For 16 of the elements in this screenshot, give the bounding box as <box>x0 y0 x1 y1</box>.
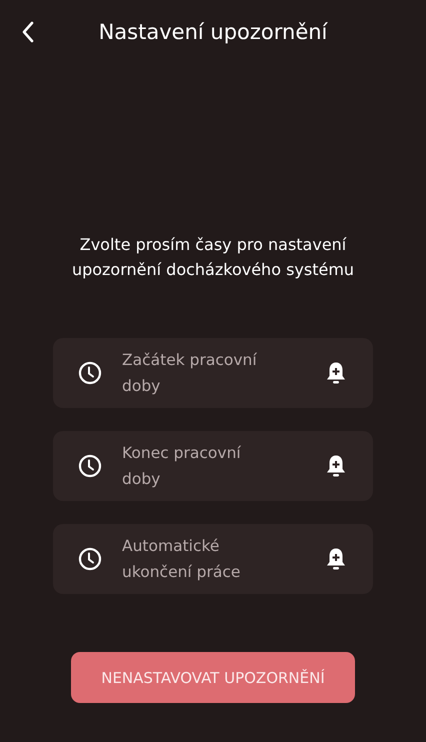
description-text: Zvolte prosím časy pro nastavení upozornění docházkového systému <box>70 234 356 281</box>
reminder-label: Začátek pracovní doby <box>122 350 258 397</box>
bell-plus-icon[interactable] <box>325 547 347 571</box>
reminder-card[interactable]: Automatické ukončení práce <box>53 524 373 594</box>
reminder-card[interactable]: Konec pracovní doby <box>53 431 373 501</box>
clock-icon <box>78 547 102 571</box>
reminder-label: Automatické ukončení práce <box>122 536 242 583</box>
clock-icon <box>78 454 102 478</box>
screen-title: Nastavení upozornění <box>98 20 328 44</box>
reminder-label: Konec pracovní doby <box>122 443 242 490</box>
clock-icon <box>78 361 102 385</box>
bell-plus-icon[interactable] <box>325 361 347 385</box>
bell-plus-icon[interactable] <box>325 454 347 478</box>
reminder-card[interactable]: Začátek pracovní doby <box>53 338 373 408</box>
back-icon <box>20 20 36 44</box>
back-button[interactable] <box>20 20 36 44</box>
